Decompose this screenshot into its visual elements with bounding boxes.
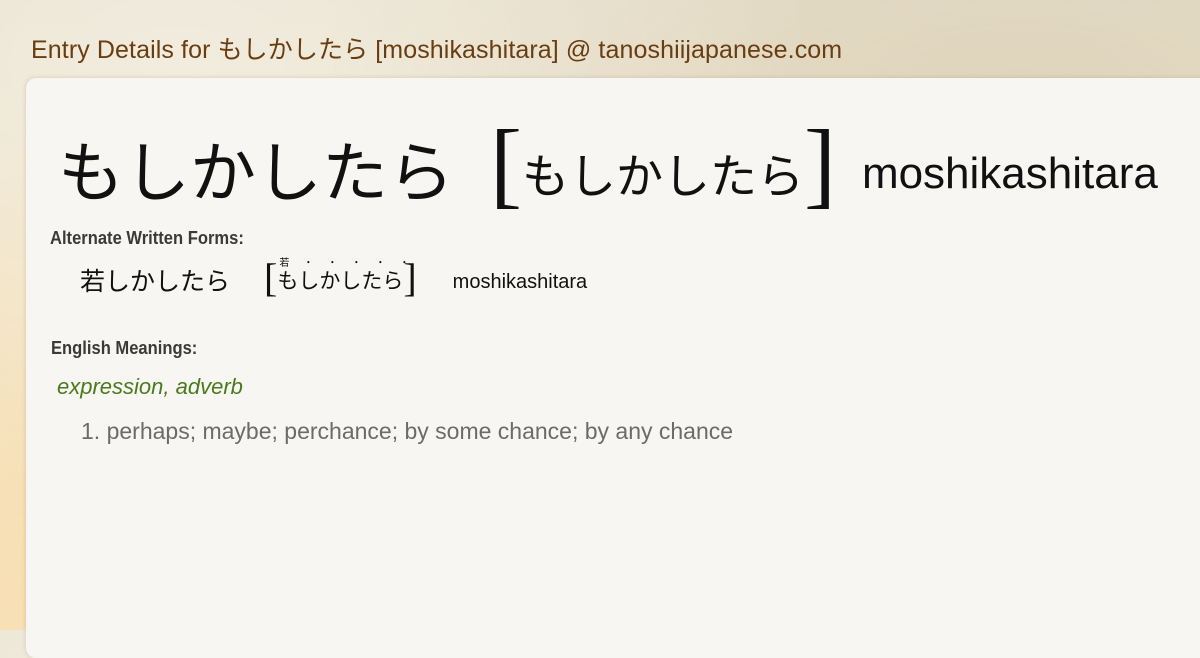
alternate-reading-group: 若・・・・・ もしかしたら — [277, 258, 409, 295]
entry-card: もしかしたら [ もしかしたら ] moshikashitara Alterna… — [26, 78, 1200, 658]
alternate-romaji: moshikashitara — [452, 270, 588, 293]
reading-bracket-open: [ — [490, 110, 522, 217]
entry-reading: もしかしたら — [521, 149, 804, 205]
alternate-written-form: 若しかしたら — [80, 267, 231, 296]
alternate-bracket-open: [ — [264, 255, 278, 300]
alternate-form-row: 若しかしたら [ 若・・・・・ もしかしたら ] moshikashitara — [80, 255, 588, 300]
alternate-furigana: 若・・・・・ — [279, 258, 424, 269]
alternate-reading: もしかしたら — [277, 269, 404, 293]
english-meanings-label: English Meanings: — [51, 338, 198, 358]
entry-kana: もしかしたら — [58, 135, 454, 212]
meaning-item: 1. perhaps; maybe; perchance; by some ch… — [81, 418, 734, 444]
alternate-bracket-close: ] — [403, 255, 417, 300]
main-entry: もしかしたら [ もしかしたら ] moshikashitara — [58, 116, 1158, 216]
entry-romaji: moshikashitara — [861, 149, 1158, 198]
reading-bracket-close: ] — [803, 110, 836, 217]
page-title: Entry Details for もしかしたら [moshikashitara… — [31, 36, 843, 64]
alternate-forms-label: Alternate Written Forms: — [50, 228, 244, 248]
part-of-speech: expression, adverb — [57, 374, 243, 399]
